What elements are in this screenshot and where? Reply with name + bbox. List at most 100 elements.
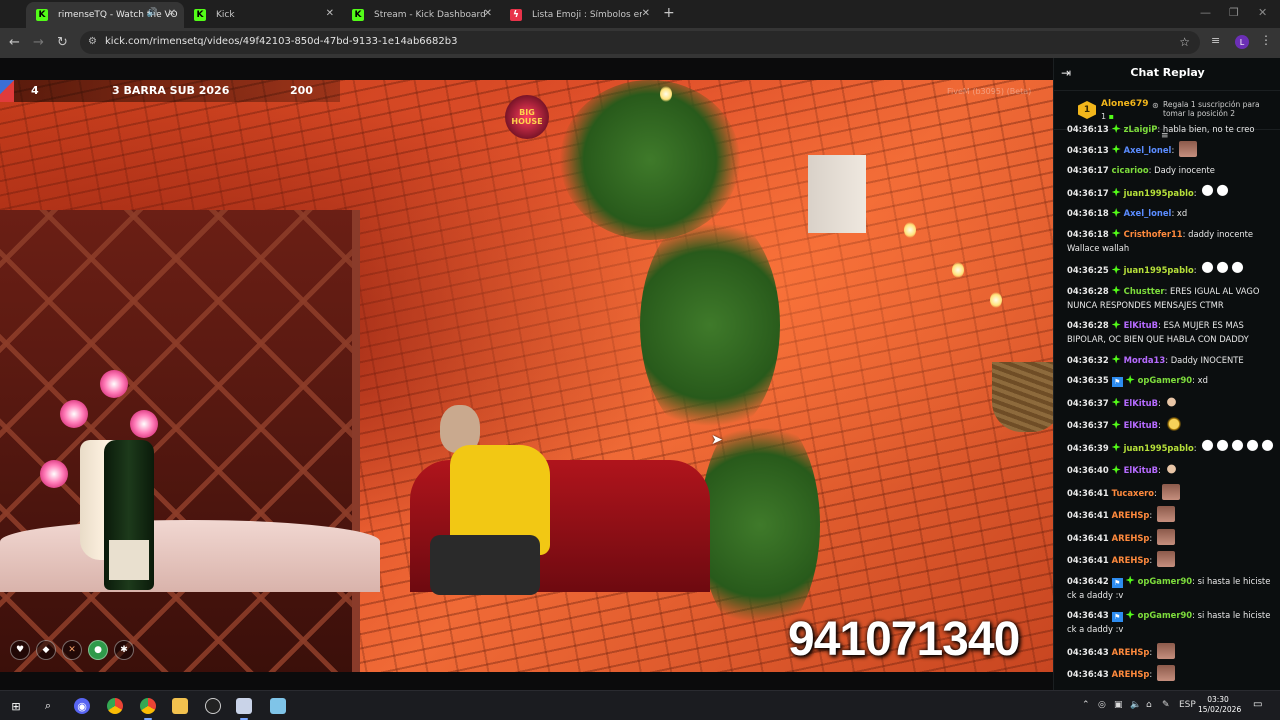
message-user[interactable]: opGamer90 [1138, 576, 1192, 586]
message-user[interactable]: Cristhofer11 [1124, 229, 1183, 239]
message-user[interactable]: opGamer90 [1138, 610, 1192, 620]
maximize-icon[interactable]: ❐ [1229, 6, 1239, 19]
overlay-number: 941071340 [788, 613, 1020, 666]
window-close-icon[interactable]: ✕ [1258, 6, 1267, 19]
forward-arrow-icon[interactable]: → [33, 35, 44, 50]
dining-table [0, 520, 380, 592]
back-arrow-icon[interactable]: ← [9, 35, 20, 50]
message-user[interactable]: cicarioo [1112, 165, 1149, 175]
search-icon[interactable]: ⌕ [40, 698, 56, 714]
tab-kick[interactable]: K Kick ✕ [184, 2, 342, 28]
profile-avatar[interactable]: L [1235, 35, 1249, 49]
duck-emote-icon[interactable] [1201, 438, 1215, 455]
tray-overflow-icon[interactable]: ⌃ [1082, 700, 1090, 710]
fivem-icon[interactable] [236, 698, 252, 720]
face-emote-icon[interactable] [1156, 528, 1175, 545]
tab-close-icon[interactable]: ✕ [484, 8, 492, 19]
bird-emote-icon[interactable] [1165, 461, 1179, 477]
message-user[interactable]: juan1995pablo [1124, 188, 1194, 198]
message-user[interactable]: zLaigiP [1124, 124, 1158, 134]
discord-icon[interactable]: ◉ [74, 698, 90, 714]
message-user[interactable]: Axel_lonel [1124, 145, 1172, 155]
tab-close-icon[interactable]: ✕ [326, 8, 334, 19]
new-tab-plus-icon[interactable]: + [663, 5, 675, 21]
language-indicator[interactable]: ESP [1179, 700, 1196, 710]
duck-emote-icon[interactable] [1246, 438, 1260, 455]
message-user[interactable]: AREHSp [1112, 647, 1150, 657]
tab-close-icon[interactable]: ✕ [168, 8, 176, 19]
gold-emote-icon[interactable] [1165, 416, 1184, 432]
obs-icon[interactable] [205, 698, 221, 714]
tray-app-icon[interactable]: ◎ [1098, 700, 1106, 710]
chat-message: 04:36:43 AREHSp: [1067, 665, 1275, 681]
message-user[interactable]: AREHSp [1112, 533, 1150, 543]
message-time: 04:36:43 [1067, 646, 1109, 657]
tab-emoji-list[interactable]: ϟ Lista Emoji : Símbolos emoji no ✕ [500, 2, 658, 28]
message-user[interactable]: Tucaxero [1112, 488, 1154, 498]
message-user[interactable]: opGamer90 [1138, 375, 1192, 385]
duck-emote-icon[interactable] [1201, 261, 1215, 277]
duck-emote-icon[interactable] [1231, 438, 1245, 455]
site-info-icon[interactable]: ⚙ [88, 36, 97, 47]
tray-app-icon[interactable]: ▣ [1114, 700, 1123, 710]
message-user[interactable]: AREHSp [1112, 510, 1150, 520]
gift-icon: ⊛ [1152, 101, 1159, 110]
face-emote-icon[interactable] [1156, 506, 1175, 522]
message-user[interactable]: juan1995pablo [1124, 265, 1194, 275]
chat-message: 04:36:28 ElKituB: ESA MUJER ES MAS BIPOLA… [1067, 320, 1249, 344]
media-controls-icon[interactable]: ≡ [1211, 34, 1220, 47]
duck-emote-icon[interactable] [1261, 438, 1275, 455]
message-user[interactable]: ElKituB [1124, 420, 1158, 430]
message-user[interactable]: AREHSp [1112, 555, 1150, 565]
chrome-profile-icon[interactable] [140, 698, 156, 720]
face-emote-icon[interactable] [1178, 140, 1197, 157]
url-text[interactable]: kick.com/rimensetq/videos/49f42103-850d-… [105, 36, 457, 47]
message-user[interactable]: Chustter [1124, 286, 1165, 296]
address-bar[interactable]: ⚙ kick.com/rimensetq/videos/49f42103-850… [80, 31, 1200, 54]
leaderboard-user[interactable]: Alone679 [1101, 99, 1149, 109]
message-user[interactable]: ElKituB [1124, 398, 1158, 408]
minimize-icon[interactable]: — [1200, 6, 1211, 19]
bird-emote-icon[interactable] [1165, 393, 1179, 410]
character [430, 405, 560, 595]
system-clock[interactable]: 03:30 15/02/2026 [1198, 695, 1241, 715]
file-explorer-icon[interactable] [172, 698, 188, 714]
volume-icon[interactable]: 🔈 [1130, 700, 1141, 710]
bookmark-star-icon[interactable]: ☆ [1179, 35, 1190, 49]
tab-kick-dashboard[interactable]: K Stream - Kick Dashboard ✕ [342, 2, 500, 28]
duck-emote-icon[interactable] [1216, 438, 1230, 455]
notification-icon[interactable]: ▭ [1253, 699, 1267, 713]
network-icon[interactable]: ⌂ [1146, 700, 1152, 710]
face-emote-icon[interactable] [1156, 642, 1175, 659]
message-text: Dady inocente [1154, 165, 1215, 175]
message-user[interactable]: AREHSp [1112, 669, 1150, 679]
message-user[interactable]: juan1995pablo [1124, 443, 1194, 453]
face-emote-icon[interactable] [1156, 551, 1175, 567]
duck-emote-icon[interactable] [1201, 183, 1215, 200]
windows-start-icon[interactable]: ⊞ [8, 698, 24, 714]
message-user[interactable]: Axel_lonel [1124, 208, 1172, 218]
video-player[interactable] [0, 80, 1053, 672]
audio-playing-icon[interactable]: 🔊 [147, 8, 158, 18]
chat-message: 04:36:17 cicarioo: Dady inocente [1067, 165, 1215, 175]
chrome-icon[interactable] [107, 698, 123, 714]
duck-emote-icon[interactable] [1216, 183, 1230, 200]
tab-rimensetq[interactable]: K rimenseTQ - Watch the VO 🔊 ✕ [26, 2, 184, 28]
browser-menu-icon[interactable]: ⋮ [1260, 33, 1272, 47]
sub-badge-icon [1111, 442, 1121, 452]
sub-badge-icon [1111, 465, 1121, 474]
face-emote-icon[interactable] [1161, 483, 1180, 500]
kick-favicon-icon: K [36, 9, 48, 21]
reload-icon[interactable]: ↻ [57, 35, 68, 50]
message-user[interactable]: ElKituB [1124, 465, 1158, 475]
message-user[interactable]: Morda13 [1124, 355, 1166, 365]
duck-emote-icon[interactable] [1231, 261, 1245, 277]
sub-badge-icon [1111, 228, 1121, 238]
tab-close-icon[interactable]: ✕ [642, 8, 650, 19]
gift-subscription-prompt[interactable]: ⊛ Regala 1 suscripción para tomar la pos… [1152, 100, 1272, 118]
duck-emote-icon[interactable] [1216, 261, 1230, 277]
message-user[interactable]: ElKituB [1124, 320, 1158, 330]
notepad-icon[interactable] [270, 698, 286, 714]
pen-icon[interactable]: ✎ [1162, 700, 1170, 710]
face-emote-icon[interactable] [1156, 665, 1175, 681]
